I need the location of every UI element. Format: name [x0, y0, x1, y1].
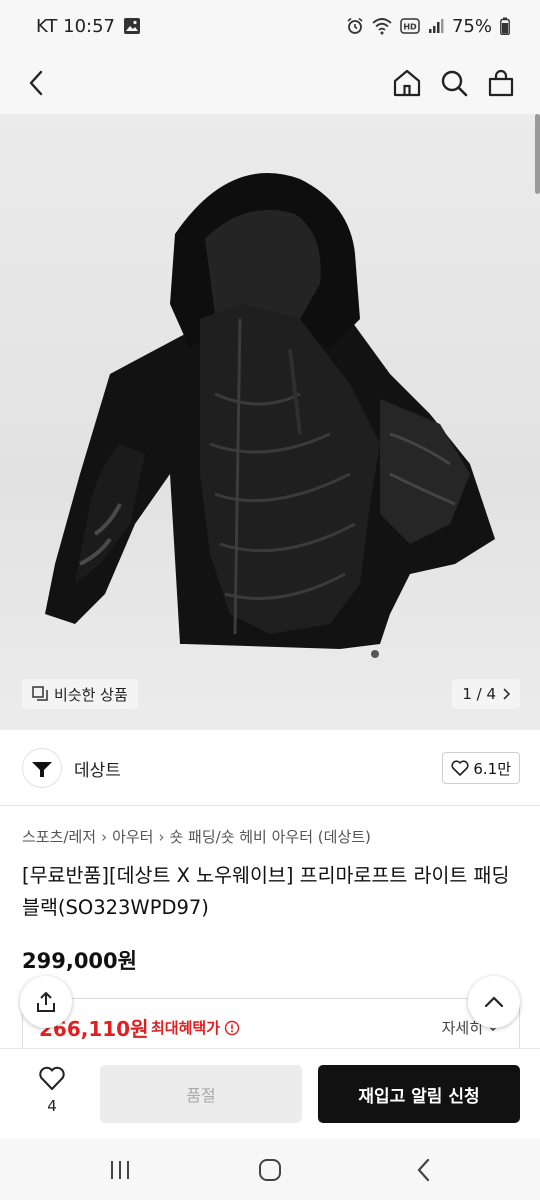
product-image-gallery[interactable]: 비슷한 상품 1 / 4: [0, 114, 540, 730]
cart-icon: [488, 69, 514, 97]
back-button[interactable]: [16, 62, 58, 104]
signal-icon: [428, 19, 444, 33]
home-circle-icon: [259, 1159, 281, 1181]
heart-icon: [451, 760, 469, 776]
wifi-icon: [372, 18, 392, 35]
search-button[interactable]: [433, 62, 475, 104]
share-button[interactable]: [20, 976, 72, 1028]
home-icon: [393, 69, 421, 97]
breadcrumb-item[interactable]: 숏 패딩/숏 헤비 아우터 (데상트): [169, 826, 370, 847]
product-image: [45, 173, 495, 658]
home-nav-button[interactable]: [250, 1152, 290, 1188]
chevron-right-icon: [503, 688, 510, 700]
descente-logo-icon: [32, 762, 52, 777]
chevron-right-icon: ›: [101, 827, 108, 846]
system-back-button[interactable]: [404, 1152, 444, 1188]
brand-like-count: 6.1만: [473, 759, 511, 778]
similar-icon: [32, 686, 48, 701]
restock-alert-button[interactable]: 재입고 알림 신청: [318, 1065, 520, 1123]
breadcrumb-item[interactable]: 스포츠/레저: [22, 826, 96, 847]
status-bar: KT 10:57 HD 75%: [0, 0, 540, 52]
svg-text:HD: HD: [403, 23, 417, 32]
back-arrow-icon: [29, 70, 43, 96]
brand-name[interactable]: 데상트: [74, 756, 121, 781]
hd-icon: HD: [400, 18, 420, 34]
back-nav-icon: [417, 1158, 430, 1182]
scroll-to-top-button[interactable]: [468, 976, 520, 1028]
battery-percent: 75%: [451, 15, 492, 37]
breadcrumb-item[interactable]: 아우터: [112, 826, 153, 847]
benefit-label-text: 최대혜택가: [151, 1019, 221, 1037]
product-price: 299,000원: [22, 949, 137, 973]
share-icon: [37, 992, 55, 1012]
search-icon: [441, 70, 468, 97]
page-indicator-label: 1 / 4: [462, 685, 496, 703]
brand-logo[interactable]: [22, 748, 62, 788]
status-left: KT 10:57: [36, 16, 141, 37]
image-page-indicator[interactable]: 1 / 4: [452, 679, 520, 709]
similar-products-button[interactable]: 비슷한 상품: [22, 679, 138, 709]
info-icon[interactable]: [224, 1020, 240, 1036]
brand-row: 데상트 6.1만: [0, 730, 540, 806]
chevron-up-icon: [484, 996, 504, 1008]
heart-icon: [39, 1066, 65, 1090]
product-title: [무료반품][데상트 X 노우웨이브] 프리마로프트 라이트 패딩 블랙(SO3…: [22, 864, 510, 919]
bottom-action-bar: 4 품절 재입고 알림 신청: [0, 1048, 540, 1138]
status-right: HD 75%: [346, 16, 510, 37]
recent-apps-button[interactable]: [100, 1152, 140, 1188]
wishlist-count: 4: [47, 1097, 57, 1115]
wishlist-button[interactable]: 4: [28, 1065, 76, 1115]
soldout-button: 품절: [100, 1065, 302, 1123]
alarm-icon: [347, 17, 363, 34]
battery-icon: [500, 17, 510, 35]
similar-products-label: 비슷한 상품: [54, 685, 128, 704]
breadcrumb: 스포츠/레저 › 아우터 › 숏 패딩/숏 헤비 아우터 (데상트): [22, 826, 371, 847]
recent-apps-icon: [111, 1161, 129, 1179]
brand-like-button[interactable]: 6.1만: [442, 752, 520, 784]
carrier-time: KT 10:57: [36, 15, 115, 37]
gallery-icon: [124, 18, 140, 34]
benefit-label: 최대혜택가: [151, 1017, 240, 1038]
chevron-right-icon: ›: [158, 827, 165, 846]
cart-button[interactable]: [480, 62, 522, 104]
system-navigation-bar: [0, 1138, 540, 1200]
top-navigation: [0, 52, 540, 114]
home-button[interactable]: [386, 62, 428, 104]
